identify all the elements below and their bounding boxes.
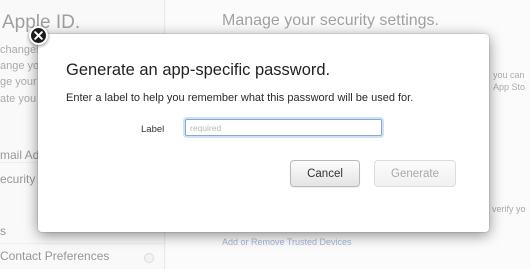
label-input[interactable] bbox=[185, 119, 382, 136]
generate-button[interactable]: Generate bbox=[374, 160, 456, 187]
page: Apple ID. changes ange you ge your ate y… bbox=[0, 0, 530, 269]
close-icon bbox=[34, 31, 43, 40]
app-password-dialog: Generate an app-specific password. Enter… bbox=[38, 34, 489, 232]
close-button[interactable] bbox=[29, 26, 48, 45]
dialog-description: Enter a label to help you remember what … bbox=[66, 92, 414, 104]
cancel-button[interactable]: Cancel bbox=[290, 160, 360, 187]
label-caption: Label bbox=[141, 124, 165, 135]
dialog-title: Generate an app-specific password. bbox=[66, 61, 331, 79]
